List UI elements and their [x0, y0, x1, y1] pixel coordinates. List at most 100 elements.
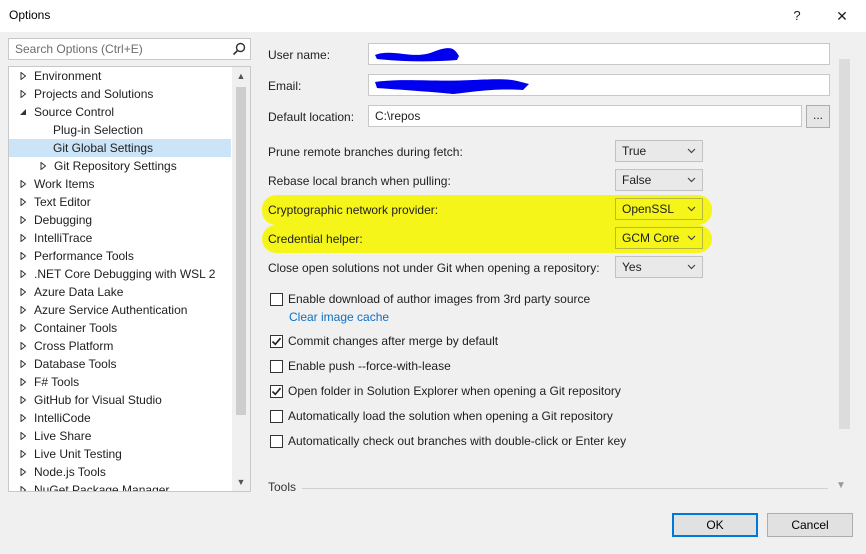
settings-scrollbar[interactable]	[837, 39, 852, 431]
tree-item-label: Plug-in Selection	[53, 123, 144, 137]
credential-combo[interactable]: GCM Core	[615, 227, 703, 249]
tree-item[interactable]: Work Items	[9, 175, 231, 193]
tree-scrollbar[interactable]: ▲ ▼	[232, 67, 250, 491]
default-location-field[interactable]: C:\repos	[368, 105, 802, 127]
collapsed-arrow-icon[interactable]	[19, 90, 27, 98]
collapsed-arrow-icon[interactable]	[19, 288, 27, 296]
user-name-label: User name:	[268, 48, 331, 62]
collapsed-arrow-icon[interactable]	[19, 180, 27, 188]
collapsed-arrow-icon[interactable]	[39, 162, 47, 170]
tree-item[interactable]: Performance Tools	[9, 247, 231, 265]
help-button[interactable]: ?	[782, 4, 812, 28]
collapsed-arrow-icon[interactable]	[19, 234, 27, 242]
collapsed-arrow-icon[interactable]	[19, 414, 27, 422]
tree-item[interactable]: Source Control	[9, 103, 231, 121]
tree-item[interactable]: Projects and Solutions	[9, 85, 231, 103]
collapsed-arrow-icon[interactable]	[19, 432, 27, 440]
collapsed-arrow-icon[interactable]	[19, 216, 27, 224]
tree-item[interactable]: Debugging	[9, 211, 231, 229]
collapsed-arrow-icon[interactable]	[19, 324, 27, 332]
tree-item[interactable]: F# Tools	[9, 373, 231, 391]
collapsed-arrow-icon[interactable]	[19, 198, 27, 206]
cancel-button[interactable]: Cancel	[767, 513, 853, 537]
tree-item-label: Live Share	[34, 429, 92, 443]
collapsed-arrow-icon[interactable]	[19, 468, 27, 476]
close-solutions-combo[interactable]: Yes	[615, 256, 703, 278]
tree-item[interactable]: .NET Core Debugging with WSL 2	[9, 265, 231, 283]
tree-item[interactable]: Live Share	[9, 427, 231, 445]
tree-item-label: Azure Data Lake	[34, 285, 124, 299]
rebase-value: False	[622, 173, 652, 187]
crypto-combo[interactable]: OpenSSL	[615, 198, 703, 220]
tree-item-label: Text Editor	[34, 195, 91, 209]
email-field[interactable]	[368, 74, 830, 96]
ok-button[interactable]: OK	[672, 513, 758, 537]
auto-checkout-checkbox[interactable]	[270, 435, 283, 448]
prune-value: True	[622, 144, 647, 158]
tree-item[interactable]: Container Tools	[9, 319, 231, 337]
chevron-down-icon	[687, 206, 696, 212]
tree-item-label: GitHub for Visual Studio	[34, 393, 162, 407]
collapsed-arrow-icon[interactable]	[19, 396, 27, 404]
scroll-thumb[interactable]	[236, 87, 246, 415]
author-images-checkbox[interactable]	[270, 293, 283, 306]
title-bar: Options ? ✕	[0, 0, 866, 32]
tree-item[interactable]: Database Tools	[9, 355, 231, 373]
tree-item[interactable]: Azure Service Authentication	[9, 301, 231, 319]
tree-item-label: Git Repository Settings	[54, 159, 177, 173]
tree-item[interactable]: GitHub for Visual Studio	[9, 391, 231, 409]
tree-item-label: Database Tools	[34, 357, 117, 371]
tree-item[interactable]: Cross Platform	[9, 337, 231, 355]
clear-cache-link[interactable]: Clear image cache	[289, 310, 389, 324]
collapsed-arrow-icon[interactable]	[19, 378, 27, 386]
tree-item[interactable]: NuGet Package Manager	[9, 481, 231, 492]
close-button[interactable]: ✕	[826, 4, 858, 28]
tree-item[interactable]: Environment	[9, 67, 231, 85]
collapsed-arrow-icon[interactable]	[19, 270, 27, 278]
collapsed-arrow-icon[interactable]	[19, 486, 27, 492]
tree-item-label: Source Control	[34, 105, 115, 119]
push-force-checkbox[interactable]	[270, 360, 283, 373]
crypto-value: OpenSSL	[622, 202, 675, 216]
tree-item[interactable]: Azure Data Lake	[9, 283, 231, 301]
collapsed-arrow-icon[interactable]	[19, 252, 27, 260]
collapsed-arrow-icon[interactable]	[19, 342, 27, 350]
tree-item[interactable]: Git Global Settings	[9, 139, 231, 157]
search-input[interactable]	[13, 41, 223, 57]
expanded-arrow-icon[interactable]	[19, 108, 27, 116]
tree-item-label: IntelliTrace	[34, 231, 93, 245]
tree-item-label: Cross Platform	[34, 339, 114, 353]
rebase-combo[interactable]: False	[615, 169, 703, 191]
collapsed-arrow-icon[interactable]	[19, 450, 27, 458]
collapsed-arrow-icon[interactable]	[19, 306, 27, 314]
browse-button[interactable]: ...	[806, 105, 830, 128]
tree-item[interactable]: Live Unit Testing	[9, 445, 231, 463]
search-icon[interactable]	[232, 42, 246, 56]
scroll-thumb[interactable]	[839, 59, 850, 429]
checkmark-icon	[271, 387, 282, 396]
user-name-field[interactable]	[368, 43, 830, 65]
default-location-label: Default location:	[268, 110, 355, 124]
open-folder-checkbox[interactable]	[270, 385, 283, 398]
collapsed-arrow-icon[interactable]	[19, 360, 27, 368]
auto-load-checkbox[interactable]	[270, 410, 283, 423]
tree-item[interactable]: Text Editor	[9, 193, 231, 211]
author-images-label: Enable download of author images from 3r…	[288, 292, 591, 306]
collapsed-arrow-icon[interactable]	[19, 72, 27, 80]
scroll-up-icon[interactable]: ▲	[232, 68, 250, 84]
tree-item[interactable]: Git Repository Settings	[9, 157, 231, 175]
section-divider	[302, 488, 828, 489]
tree-item[interactable]: IntelliCode	[9, 409, 231, 427]
auto-checkout-label: Automatically check out branches with do…	[288, 434, 627, 448]
prune-combo[interactable]: True	[615, 140, 703, 162]
tree-item[interactable]: IntelliTrace	[9, 229, 231, 247]
credential-value: GCM Core	[622, 231, 680, 245]
push-force-label: Enable push --force-with-lease	[288, 359, 451, 373]
crypto-label: Cryptographic network provider:	[268, 203, 439, 217]
scroll-down-icon[interactable]: ▼	[232, 474, 250, 490]
close-solutions-label: Close open solutions not under Git when …	[268, 261, 600, 275]
tree-item[interactable]: Node.js Tools	[9, 463, 231, 481]
chevron-down-icon[interactable]: ▼	[836, 480, 846, 491]
commit-after-merge-checkbox[interactable]	[270, 335, 283, 348]
tree-item[interactable]: Plug-in Selection	[9, 121, 231, 139]
